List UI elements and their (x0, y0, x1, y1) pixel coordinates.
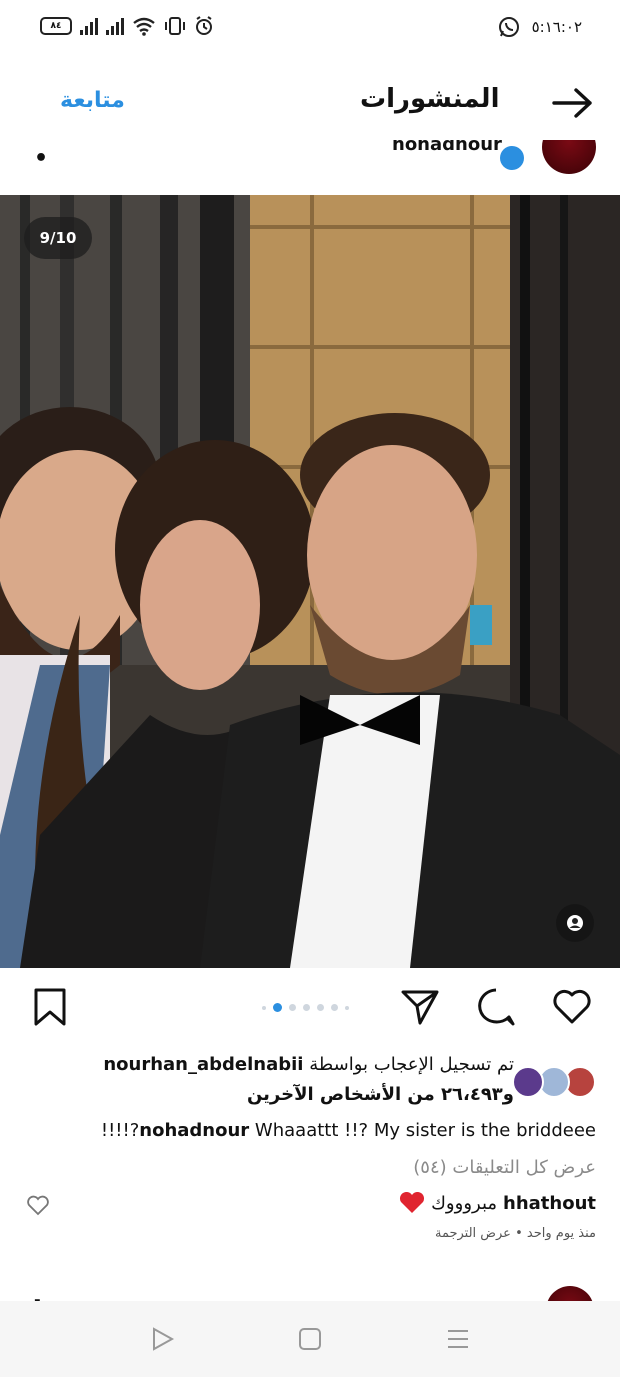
likes-text: تم تسجيل الإعجاب بواسطة nourhan_abdelnab… (44, 1050, 514, 1110)
carousel-indicator (262, 1003, 349, 1012)
likers-avatars[interactable] (512, 1066, 596, 1098)
page-dot (345, 1005, 349, 1010)
share-icon[interactable] (400, 987, 440, 1027)
page-title: المنشورات (360, 84, 500, 114)
alarm-icon (196, 16, 212, 35)
caption-username[interactable]: nohadnour (139, 1120, 249, 1141)
comment-username[interactable]: hhathout (503, 1193, 596, 1214)
red-heart-emoji-icon (400, 1192, 425, 1213)
battery-icon: ٨٤ (40, 17, 72, 35)
back-triangle-icon[interactable] (148, 1325, 176, 1353)
status-right: ٥:١٦:٠٢ (498, 16, 582, 38)
image-counter: 9/10 (24, 217, 92, 259)
more-options-icon[interactable]: • (34, 146, 48, 171)
page-dot (303, 1004, 310, 1011)
post-author-bar: • nohadnour (0, 140, 620, 192)
translate-link[interactable]: عرض الترجمة (435, 1226, 511, 1241)
comment-item: hhathout مبروووك (399, 1192, 596, 1214)
comment-time: منذ يوم واحد (526, 1226, 596, 1241)
follow-button[interactable]: متابعة (60, 88, 125, 113)
comment-text: مبروووك (431, 1192, 498, 1214)
page-dot (331, 1004, 338, 1011)
liker-avatar (512, 1066, 544, 1098)
comment-meta: منذ يوم واحد • عرض الترجمة (435, 1226, 596, 1241)
comment-like-heart-icon[interactable] (26, 1194, 50, 1216)
battery-level: ٨٤ (50, 21, 62, 31)
home-square-icon[interactable] (296, 1325, 324, 1353)
author-avatar[interactable] (542, 140, 596, 174)
verified-badge-icon (500, 146, 524, 170)
vibrate-icon (165, 17, 185, 35)
likes-username[interactable]: nourhan_abdelnabii (103, 1054, 303, 1075)
post-caption: nohadnour Whaaattt !!? My sister is the … (40, 1120, 596, 1141)
signal-icon (106, 17, 124, 35)
likes-summary[interactable]: تم تسجيل الإعجاب بواسطة nourhan_abdelnab… (40, 1050, 596, 1114)
post-photo[interactable]: 9/10 (0, 195, 620, 968)
likes-line1: تم تسجيل الإعجاب بواسطة (309, 1054, 514, 1075)
wifi-icon (133, 17, 155, 36)
post-actions (0, 975, 620, 1039)
bookmark-icon[interactable] (30, 987, 70, 1027)
whatsapp-icon (498, 17, 519, 37)
page-dot (289, 1004, 296, 1011)
post-username[interactable]: nohadnour (392, 140, 502, 155)
arrow-right-icon[interactable] (548, 86, 596, 120)
status-bar: ٨٤ ٥:١٦:٠٢ (0, 0, 620, 56)
page-dot-active (273, 1003, 282, 1012)
status-left: ٨٤ (40, 16, 214, 36)
clock: ٥:١٦:٠٢ (531, 18, 582, 36)
comment-icon[interactable] (476, 987, 516, 1027)
likes-others[interactable]: و٢٦،٤٩٣ من الأشخاص الآخرين (247, 1084, 514, 1105)
signal-icon (80, 17, 98, 35)
top-header: متابعة المنشورات (0, 68, 620, 138)
menu-lines-icon[interactable] (444, 1325, 472, 1353)
system-nav-bar (0, 1301, 620, 1377)
meta-separator: • (510, 1226, 523, 1241)
page-dot (317, 1004, 324, 1011)
view-all-comments-link[interactable]: عرض كل التعليقات (٥٤) (413, 1157, 596, 1178)
like-heart-icon[interactable] (552, 987, 592, 1027)
page-dot (262, 1005, 266, 1010)
photo-illustration (0, 195, 620, 968)
user-tag-icon[interactable] (556, 904, 594, 942)
